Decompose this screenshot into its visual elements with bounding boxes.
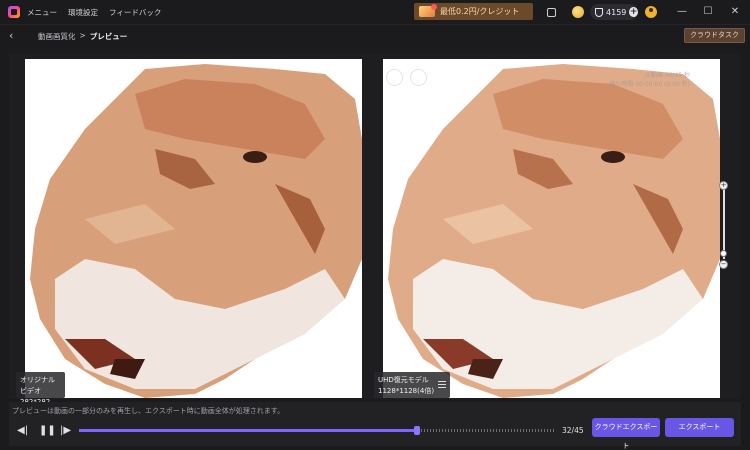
title-bar: メニュー 環境設定 フィードバック 最低0.2円/クレジット 4159 + — … <box>0 0 750 24</box>
sliders-icon[interactable] <box>438 381 446 388</box>
progress-handle[interactable] <box>414 426 420 435</box>
compare-circle-icon[interactable] <box>410 69 427 86</box>
compare-circle-icon[interactable] <box>386 69 403 86</box>
processing-info: 元動画 46/45 秒 残り時間 00:00:00 (0.00 秒) <box>609 71 690 89</box>
skip-forward-icon[interactable]: |▶ <box>60 425 71 436</box>
cloud-export-button[interactable]: クラウドエクスポート <box>592 418 660 450</box>
maximize-icon[interactable]: ☐ <box>700 4 716 20</box>
preview-hint: プレビューは動画の一部分のみを再生し、エクスポート時に動画全体が処理されます。 <box>12 407 285 415</box>
cat-image-original <box>30 64 362 398</box>
gift-icon <box>419 4 437 17</box>
breadcrumb: 動画画質化 > プレビュー <box>38 31 127 42</box>
menu-item-settings[interactable]: 環境設定 <box>68 7 98 18</box>
processing-info-line: 元動画 46/45 秒 <box>644 72 690 79</box>
frame-counter: 32/45 <box>562 426 584 435</box>
model-label[interactable]: UHD復元モデル 1128*1128(4倍) <box>374 372 450 398</box>
split-divider[interactable] <box>370 53 376 399</box>
minimize-icon[interactable]: — <box>674 4 690 20</box>
playback-bar: プレビューは動画の一部分のみを再生し、エクスポート時に動画全体が処理されます。 … <box>9 402 741 450</box>
zoom-slider[interactable] <box>723 185 725 259</box>
navigation-bar: ‹ 動画画質化 > プレビュー クラウドタスク <box>0 24 750 46</box>
cat-image-enhanced <box>388 64 720 398</box>
original-video-pane <box>25 59 362 398</box>
model-label-size: 1128*1128(4倍) <box>378 387 435 395</box>
app-logo-icon <box>8 6 20 18</box>
menu-item-feedback[interactable]: フィードバック <box>109 7 161 18</box>
promo-text: 最低0.2円/クレジット <box>440 7 520 16</box>
credits-count: 4159 <box>606 7 627 17</box>
progress-track[interactable] <box>79 426 555 435</box>
cloud-task-button[interactable]: クラウドタスク <box>684 28 745 43</box>
menu-item-menu[interactable]: メニュー <box>27 7 57 18</box>
progress-fill <box>79 429 417 432</box>
main-menu: メニュー 環境設定 フィードバック <box>27 7 161 18</box>
credits-badge[interactable]: 4159 + <box>590 4 638 20</box>
breadcrumb-parent[interactable]: 動画画質化 <box>38 31 76 42</box>
zoom-in-icon[interactable]: + <box>719 181 728 190</box>
enhanced-video-pane: 元動画 46/45 秒 残り時間 00:00:00 (0.00 秒) <box>383 59 720 398</box>
preview-stage: 元動画 46/45 秒 残り時間 00:00:00 (0.00 秒) オリジナル… <box>9 53 741 406</box>
add-credits-icon[interactable]: + <box>629 7 638 17</box>
avatar[interactable] <box>645 6 657 18</box>
close-icon[interactable]: ✕ <box>727 4 743 20</box>
breadcrumb-current: プレビュー <box>89 32 128 41</box>
zoom-out-icon[interactable]: − <box>719 260 728 269</box>
promo-banner[interactable]: 最低0.2円/クレジット <box>414 3 533 20</box>
export-button[interactable]: エクスポート <box>665 418 734 437</box>
chevron-left-icon[interactable]: ‹ <box>9 29 13 42</box>
processing-info-line: 残り時間 00:00:00 (0.00 秒) <box>609 81 690 88</box>
diamond-icon <box>595 7 604 17</box>
package-icon[interactable] <box>545 6 557 18</box>
original-label-title: オリジナルビデオ <box>20 376 55 395</box>
zoom-slider-handle[interactable] <box>720 250 727 257</box>
model-label-title: UHD復元モデル <box>378 376 429 384</box>
original-label: オリジナルビデオ 282*282 <box>16 372 65 406</box>
breadcrumb-separator: > <box>79 31 86 40</box>
skip-back-icon[interactable]: ◀| <box>17 425 28 436</box>
coin-icon[interactable] <box>572 6 584 18</box>
pause-icon[interactable]: ❚❚ <box>39 425 56 436</box>
